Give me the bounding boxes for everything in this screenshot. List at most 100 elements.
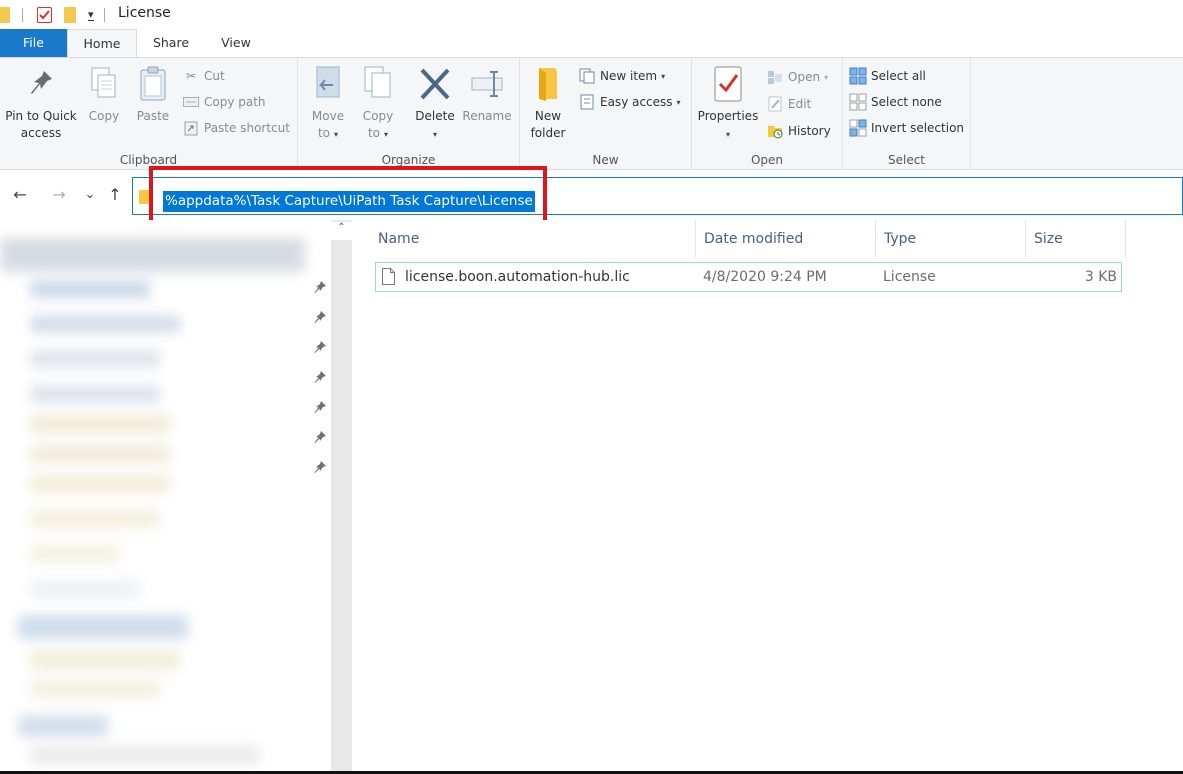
properties-icon[interactable]	[37, 7, 52, 23]
recent-locations-button[interactable]: ⌄	[80, 185, 100, 205]
pin-icon[interactable]	[313, 460, 327, 474]
tab-view[interactable]: View	[207, 29, 265, 57]
navigation-pane-scrollbar[interactable]	[331, 220, 352, 774]
history-icon	[766, 122, 784, 140]
file-date-modified: 4/8/2020 9:24 PM	[703, 269, 827, 285]
edit-label: Edit	[788, 97, 812, 111]
copy-path-button[interactable]: Copy path	[182, 92, 266, 112]
nav-item-quick-access[interactable]	[0, 238, 305, 272]
copy-to-button[interactable]: Copy to ▾	[356, 64, 400, 143]
nav-item[interactable]	[30, 445, 170, 463]
organize-group: Move to ▾ Copy to ▾ Delete ▾ Rename Organi…	[298, 58, 520, 170]
properties-icon	[710, 64, 746, 104]
customize-qat-dropdown[interactable]: ▾	[88, 9, 94, 21]
chevron-down-icon: ▾	[824, 72, 829, 82]
address-input[interactable]: %appdata%\Task Capture\UiPath Task Captu…	[163, 191, 535, 212]
paste-shortcut-button[interactable]: Paste shortcut	[182, 118, 290, 138]
pin-icon[interactable]	[313, 280, 327, 294]
ribbon: Pin to Quick access Copy Paste ✂ Cut Cop…	[0, 57, 1183, 170]
table-row[interactable]: license.boon.automation-hub.lic 4/8/2020…	[375, 262, 1122, 292]
nav-item[interactable]	[30, 580, 140, 598]
column-header-size[interactable]: Size	[1026, 220, 1126, 258]
move-to-icon	[310, 64, 346, 104]
clipboard-group-label: Clipboard	[119, 153, 178, 167]
title-bar: ▾ License	[0, 0, 1183, 29]
nav-item[interactable]	[30, 545, 120, 563]
nav-item[interactable]	[30, 280, 150, 298]
delete-button[interactable]: Delete ▾	[411, 64, 459, 143]
separator	[103, 8, 105, 22]
copy-to-label-line1: Copy	[362, 109, 394, 123]
invert-selection-button[interactable]: Invert selection	[849, 118, 964, 138]
open-button[interactable]: Open ▾	[766, 67, 828, 87]
tab-home[interactable]: Home	[67, 29, 137, 57]
nav-item[interactable]	[30, 350, 160, 368]
copy-button[interactable]: Copy	[84, 64, 124, 125]
chevron-down-icon: ▾	[384, 130, 389, 139]
move-to-label-line1: Move	[311, 109, 345, 123]
pin-icon[interactable]	[313, 370, 327, 384]
pin-icon[interactable]	[313, 310, 327, 324]
invert-selection-label: Invert selection	[871, 121, 965, 135]
history-label: History	[788, 124, 831, 138]
copy-path-icon	[182, 93, 200, 111]
chevron-down-icon: ▾	[661, 71, 666, 81]
copy-to-label-line2: to	[367, 126, 381, 140]
properties-button[interactable]: Properties ▾	[696, 64, 760, 143]
cut-button[interactable]: ✂ Cut	[182, 66, 225, 86]
nav-item[interactable]	[30, 315, 180, 333]
delete-label: Delete	[415, 109, 455, 123]
navigation-pane[interactable]	[0, 220, 352, 774]
select-none-icon	[849, 93, 867, 111]
pin-icon[interactable]	[313, 340, 327, 354]
tab-file[interactable]: File	[0, 29, 67, 57]
pin-label-line1: Pin to Quick	[5, 109, 77, 123]
rename-label: Rename	[462, 109, 512, 123]
history-button[interactable]: History	[766, 121, 831, 141]
back-button[interactable]: ←	[10, 185, 30, 205]
nav-item[interactable]	[30, 680, 160, 698]
nav-item[interactable]	[30, 475, 170, 493]
folder-icon[interactable]	[0, 7, 10, 23]
select-none-button[interactable]: Select none	[849, 92, 942, 112]
nav-item[interactable]	[30, 745, 260, 765]
pin-icon[interactable]	[313, 400, 327, 414]
pin-icon	[23, 64, 59, 104]
address-bar[interactable]: %appdata%\Task Capture\UiPath Task Captu…	[132, 177, 1183, 215]
pin-to-quick-access-button[interactable]: Pin to Quick access	[4, 64, 78, 142]
nav-item[interactable]	[30, 650, 180, 670]
window-title: License	[118, 5, 171, 21]
edit-button[interactable]: Edit	[766, 94, 811, 114]
column-header-type[interactable]: Type	[876, 220, 1026, 258]
move-to-button[interactable]: Move to ▾	[306, 64, 350, 143]
easy-access-button[interactable]: Easy access ▾	[578, 92, 681, 112]
select-all-button[interactable]: Select all	[849, 66, 926, 86]
file-list[interactable]: Name Date modified Type Size license.boo…	[352, 220, 1183, 774]
new-folder-button[interactable]: New folder	[528, 64, 568, 142]
up-button[interactable]: ↑	[105, 185, 125, 205]
file-icon	[382, 268, 395, 285]
new-folder-icon[interactable]	[64, 7, 76, 23]
forward-button[interactable]: →	[49, 185, 69, 205]
nav-item[interactable]	[18, 715, 108, 737]
rename-button[interactable]: Rename	[461, 64, 513, 125]
edit-icon	[766, 95, 784, 113]
nav-item[interactable]	[30, 415, 170, 433]
nav-item[interactable]	[30, 510, 160, 528]
nav-item[interactable]	[18, 615, 188, 639]
copy-to-icon	[360, 64, 396, 104]
pin-icon[interactable]	[313, 430, 327, 444]
tab-share[interactable]: Share	[140, 29, 202, 57]
new-folder-label-line2: folder	[530, 126, 566, 140]
new-item-button[interactable]: New item ▾	[578, 66, 665, 86]
scroll-up-icon[interactable]: ⌃	[331, 222, 352, 240]
easy-access-icon	[578, 93, 596, 111]
file-type: License	[883, 269, 936, 285]
nav-item[interactable]	[30, 385, 160, 403]
paste-button[interactable]: Paste	[133, 64, 173, 125]
column-header-date-modified[interactable]: Date modified	[696, 220, 876, 258]
quick-access-toolbar: ▾	[0, 5, 105, 25]
organize-group-label: Organize	[381, 153, 436, 167]
column-header-name[interactable]: Name	[370, 220, 696, 258]
ribbon-tabs: File Home Share View	[0, 29, 1183, 57]
